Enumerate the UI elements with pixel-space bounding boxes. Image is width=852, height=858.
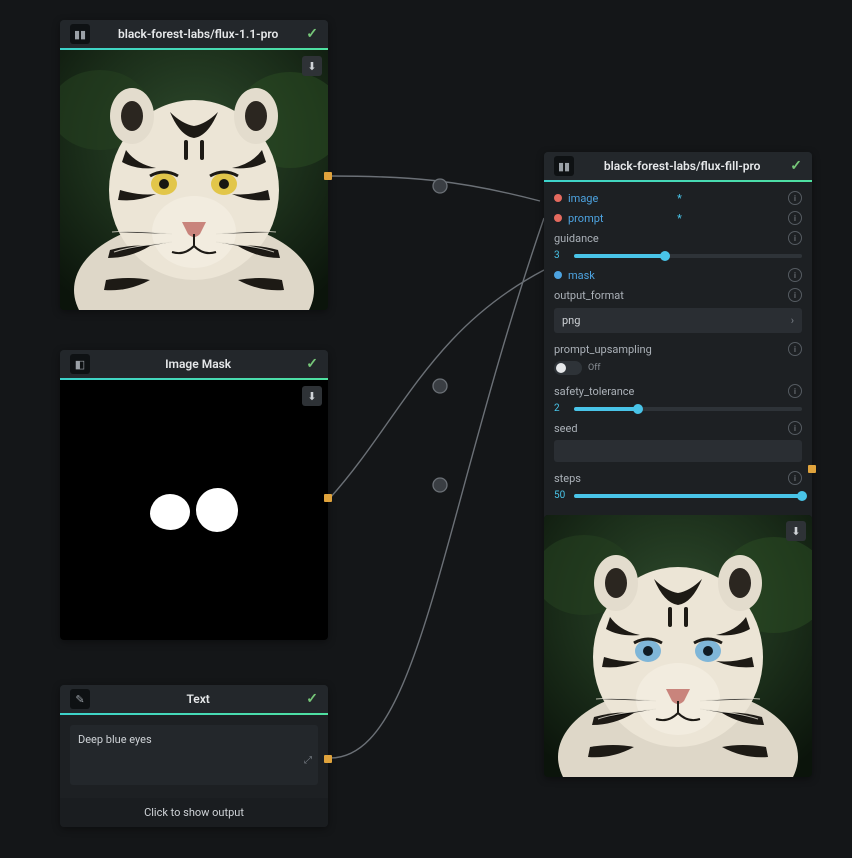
param-output-format: output_format i	[554, 285, 802, 305]
info-icon[interactable]: i	[788, 191, 802, 205]
expand-icon[interactable]: ⤢	[304, 755, 312, 766]
seed-input[interactable]	[554, 440, 802, 462]
info-icon[interactable]: i	[788, 471, 802, 485]
info-icon[interactable]: i	[788, 231, 802, 245]
mask-blob	[196, 488, 238, 532]
download-icon[interactable]: ⬇	[302, 386, 322, 406]
node-image-mask[interactable]: ◧ Image Mask ✓ ⬇	[60, 350, 328, 640]
node-flux-1-1-pro[interactable]: ▮▮ black-forest-labs/flux-1.1-pro ✓	[60, 20, 328, 310]
param-guidance: guidance i	[554, 228, 802, 248]
node-title: black-forest-labs/flux-fill-pro	[582, 159, 782, 173]
info-icon[interactable]: i	[788, 421, 802, 435]
output-port[interactable]	[324, 172, 332, 180]
info-icon[interactable]: i	[788, 288, 802, 302]
slider-value: 50	[554, 490, 568, 501]
node-title: Text	[98, 692, 298, 706]
params-panel: image* i prompt* i guidance i 3 mask i o…	[544, 182, 812, 511]
param-prompt[interactable]: prompt* i	[554, 208, 802, 228]
mask-canvas[interactable]	[60, 380, 328, 640]
param-label: mask	[568, 269, 678, 282]
download-icon[interactable]: ⬇	[786, 521, 806, 541]
required-asterisk: *	[677, 212, 682, 225]
node-title: Image Mask	[98, 357, 298, 371]
param-seed: seed i	[554, 418, 802, 438]
status-check-icon: ✓	[306, 26, 318, 42]
output-format-select[interactable]: png ›	[554, 308, 802, 333]
output-image: ⬇	[544, 515, 812, 777]
node-header[interactable]: ▮▮ black-forest-labs/flux-1.1-pro ✓	[60, 20, 328, 50]
brand-icon: ▮▮	[554, 156, 574, 176]
param-image[interactable]: image* i	[554, 188, 802, 208]
param-label: output_format	[554, 289, 788, 302]
param-label: safety_tolerance	[554, 385, 788, 398]
status-check-icon: ✓	[306, 356, 318, 372]
download-icon[interactable]: ⬇	[302, 56, 322, 76]
guidance-slider[interactable]	[574, 254, 802, 258]
brand-icon: ▮▮	[70, 24, 90, 44]
param-label: prompt	[568, 212, 674, 225]
node-text[interactable]: ✎ Text ✓ ⤢ Click to show output	[60, 685, 328, 827]
port-dot-icon	[554, 271, 562, 279]
param-safety-tolerance: safety_tolerance i	[554, 381, 802, 401]
slider-value: 2	[554, 403, 568, 414]
info-icon[interactable]: i	[788, 342, 802, 356]
node-flux-fill-pro[interactable]: ▮▮ black-forest-labs/flux-fill-pro ✓ ima…	[544, 152, 812, 777]
show-output-button[interactable]: Click to show output	[60, 798, 328, 827]
port-dot-icon	[554, 214, 562, 222]
node-title: black-forest-labs/flux-1.1-pro	[98, 27, 298, 41]
steps-slider-row: 50	[554, 490, 802, 501]
param-label: steps	[554, 472, 788, 485]
info-icon[interactable]: i	[788, 384, 802, 398]
safety-slider-row: 2	[554, 403, 802, 414]
tiger-image-blue-eyes	[544, 515, 812, 777]
output-port[interactable]	[324, 494, 332, 502]
output-image: ⬇	[60, 50, 328, 310]
node-header[interactable]: ◧ Image Mask ✓	[60, 350, 328, 380]
param-prompt-upsampling: prompt_upsampling i	[554, 339, 802, 359]
required-asterisk: *	[677, 192, 682, 205]
param-mask[interactable]: mask i	[554, 265, 802, 285]
param-label: guidance	[554, 232, 788, 245]
mask-canvas-box: ⬇	[60, 380, 328, 640]
node-header[interactable]: ▮▮ black-forest-labs/flux-fill-pro ✓	[544, 152, 812, 182]
mask-blob	[150, 494, 190, 530]
steps-slider[interactable]	[574, 494, 802, 498]
param-label: image	[568, 192, 674, 205]
port-dot-icon	[554, 194, 562, 202]
edit-icon: ✎	[70, 689, 90, 709]
toggle-state: Off	[588, 363, 600, 373]
param-label: seed	[554, 422, 788, 435]
safety-slider[interactable]	[574, 407, 802, 411]
mask-icon: ◧	[70, 354, 90, 374]
select-value: png	[562, 314, 580, 327]
param-steps: steps i	[554, 468, 802, 488]
chevron-right-icon: ›	[791, 314, 794, 327]
status-check-icon: ✓	[306, 691, 318, 707]
tiger-image-yellow-eyes	[60, 50, 328, 310]
info-icon[interactable]: i	[788, 211, 802, 225]
status-check-icon: ✓	[790, 158, 802, 174]
slider-value: 3	[554, 250, 568, 261]
info-icon[interactable]: i	[788, 268, 802, 282]
param-label: prompt_upsampling	[554, 343, 788, 356]
guidance-slider-row: 3	[554, 250, 802, 261]
prompt-upsampling-toggle[interactable]: Off	[554, 361, 802, 375]
text-input[interactable]	[70, 725, 318, 785]
toggle-switch[interactable]	[554, 361, 582, 375]
node-header[interactable]: ✎ Text ✓	[60, 685, 328, 715]
output-port[interactable]	[808, 465, 816, 473]
output-port[interactable]	[324, 755, 332, 763]
